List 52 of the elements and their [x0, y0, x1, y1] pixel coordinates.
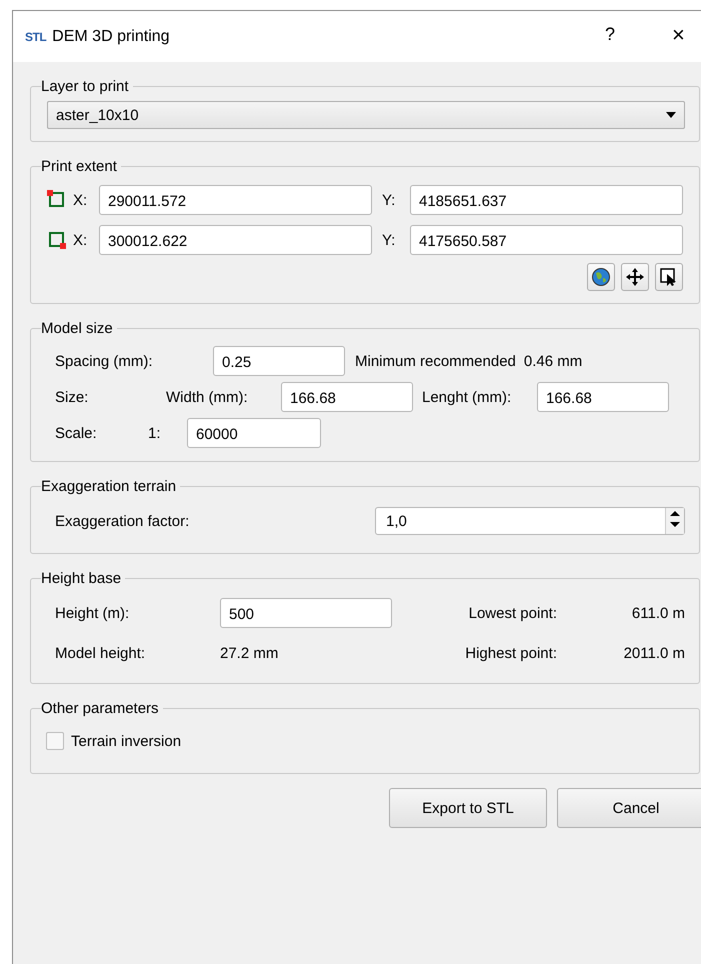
- value-text: 27.2 mm: [220, 644, 278, 662]
- group-title: Model size: [41, 320, 114, 337]
- caret-icon: [666, 112, 676, 118]
- select-icon[interactable]: [655, 263, 683, 291]
- spacing-field[interactable]: 0.25: [213, 346, 345, 376]
- checkbox[interactable]: [46, 732, 64, 750]
- exaggeration-spinbox[interactable]: 1,0: [375, 507, 685, 535]
- field-label: Lenght (mm):: [422, 388, 512, 406]
- field-label: Y:: [382, 192, 396, 208]
- window-title: DEM 3D printing: [52, 28, 170, 46]
- field-label: Height (m):: [55, 604, 130, 622]
- coordinate-field[interactable]: 4175650.587: [410, 225, 683, 255]
- field-label: X:: [73, 232, 88, 248]
- field-label: Size:: [55, 388, 90, 406]
- checkbox-label: Terrain inversion: [71, 732, 182, 750]
- scale-prefix: 1:: [148, 424, 162, 442]
- hint-text: Minimum recommended: [355, 352, 516, 370]
- minimum-value: 0.46 mm: [524, 352, 582, 370]
- export-button[interactable]: Export to STL: [389, 788, 547, 828]
- field-label: Exaggeration factor:: [55, 512, 190, 530]
- value-text: 2011.0 m: [622, 644, 685, 662]
- field-label: Highest point:: [465, 644, 557, 662]
- field-label: Width (mm):: [166, 388, 249, 406]
- close-button[interactable]: ×: [672, 22, 685, 48]
- move-icon[interactable]: [621, 263, 649, 291]
- globe-icon[interactable]: [587, 263, 615, 291]
- group-title: Layer to print: [41, 78, 130, 95]
- group-title: Height base: [41, 570, 122, 587]
- width-field[interactable]: 166.68: [281, 382, 413, 412]
- coordinate-field[interactable]: 300012.622: [99, 225, 372, 255]
- cancel-button[interactable]: Cancel: [557, 788, 701, 828]
- help-button[interactable]: ?: [605, 24, 616, 45]
- field-label: Scale:: [55, 424, 98, 442]
- coordinate-field[interactable]: 290011.572: [99, 185, 372, 215]
- field-label: Model height:: [55, 644, 146, 662]
- group-title: Print extent: [41, 158, 118, 175]
- scale-field[interactable]: 60000: [187, 418, 321, 448]
- field-label: Spacing (mm):: [55, 352, 154, 370]
- field-label: Y:: [382, 232, 396, 248]
- length-field[interactable]: 166.68: [537, 382, 669, 412]
- field-label: X:: [73, 192, 88, 208]
- corner-icon: [47, 190, 67, 210]
- spin-arrows-icon: [665, 508, 684, 534]
- coordinate-field[interactable]: 4185651.637: [410, 185, 683, 215]
- corner-icon: [47, 230, 67, 250]
- app-logo: STL: [25, 30, 46, 44]
- layer-dropdown[interactable]: aster_10x10: [47, 101, 685, 129]
- group-title: Other parameters: [41, 700, 160, 717]
- field-label: Lowest point:: [468, 604, 557, 622]
- height-field[interactable]: 500: [220, 598, 392, 628]
- group-title: Exaggeration terrain: [41, 478, 178, 495]
- value-text: 611.0 m: [630, 604, 685, 622]
